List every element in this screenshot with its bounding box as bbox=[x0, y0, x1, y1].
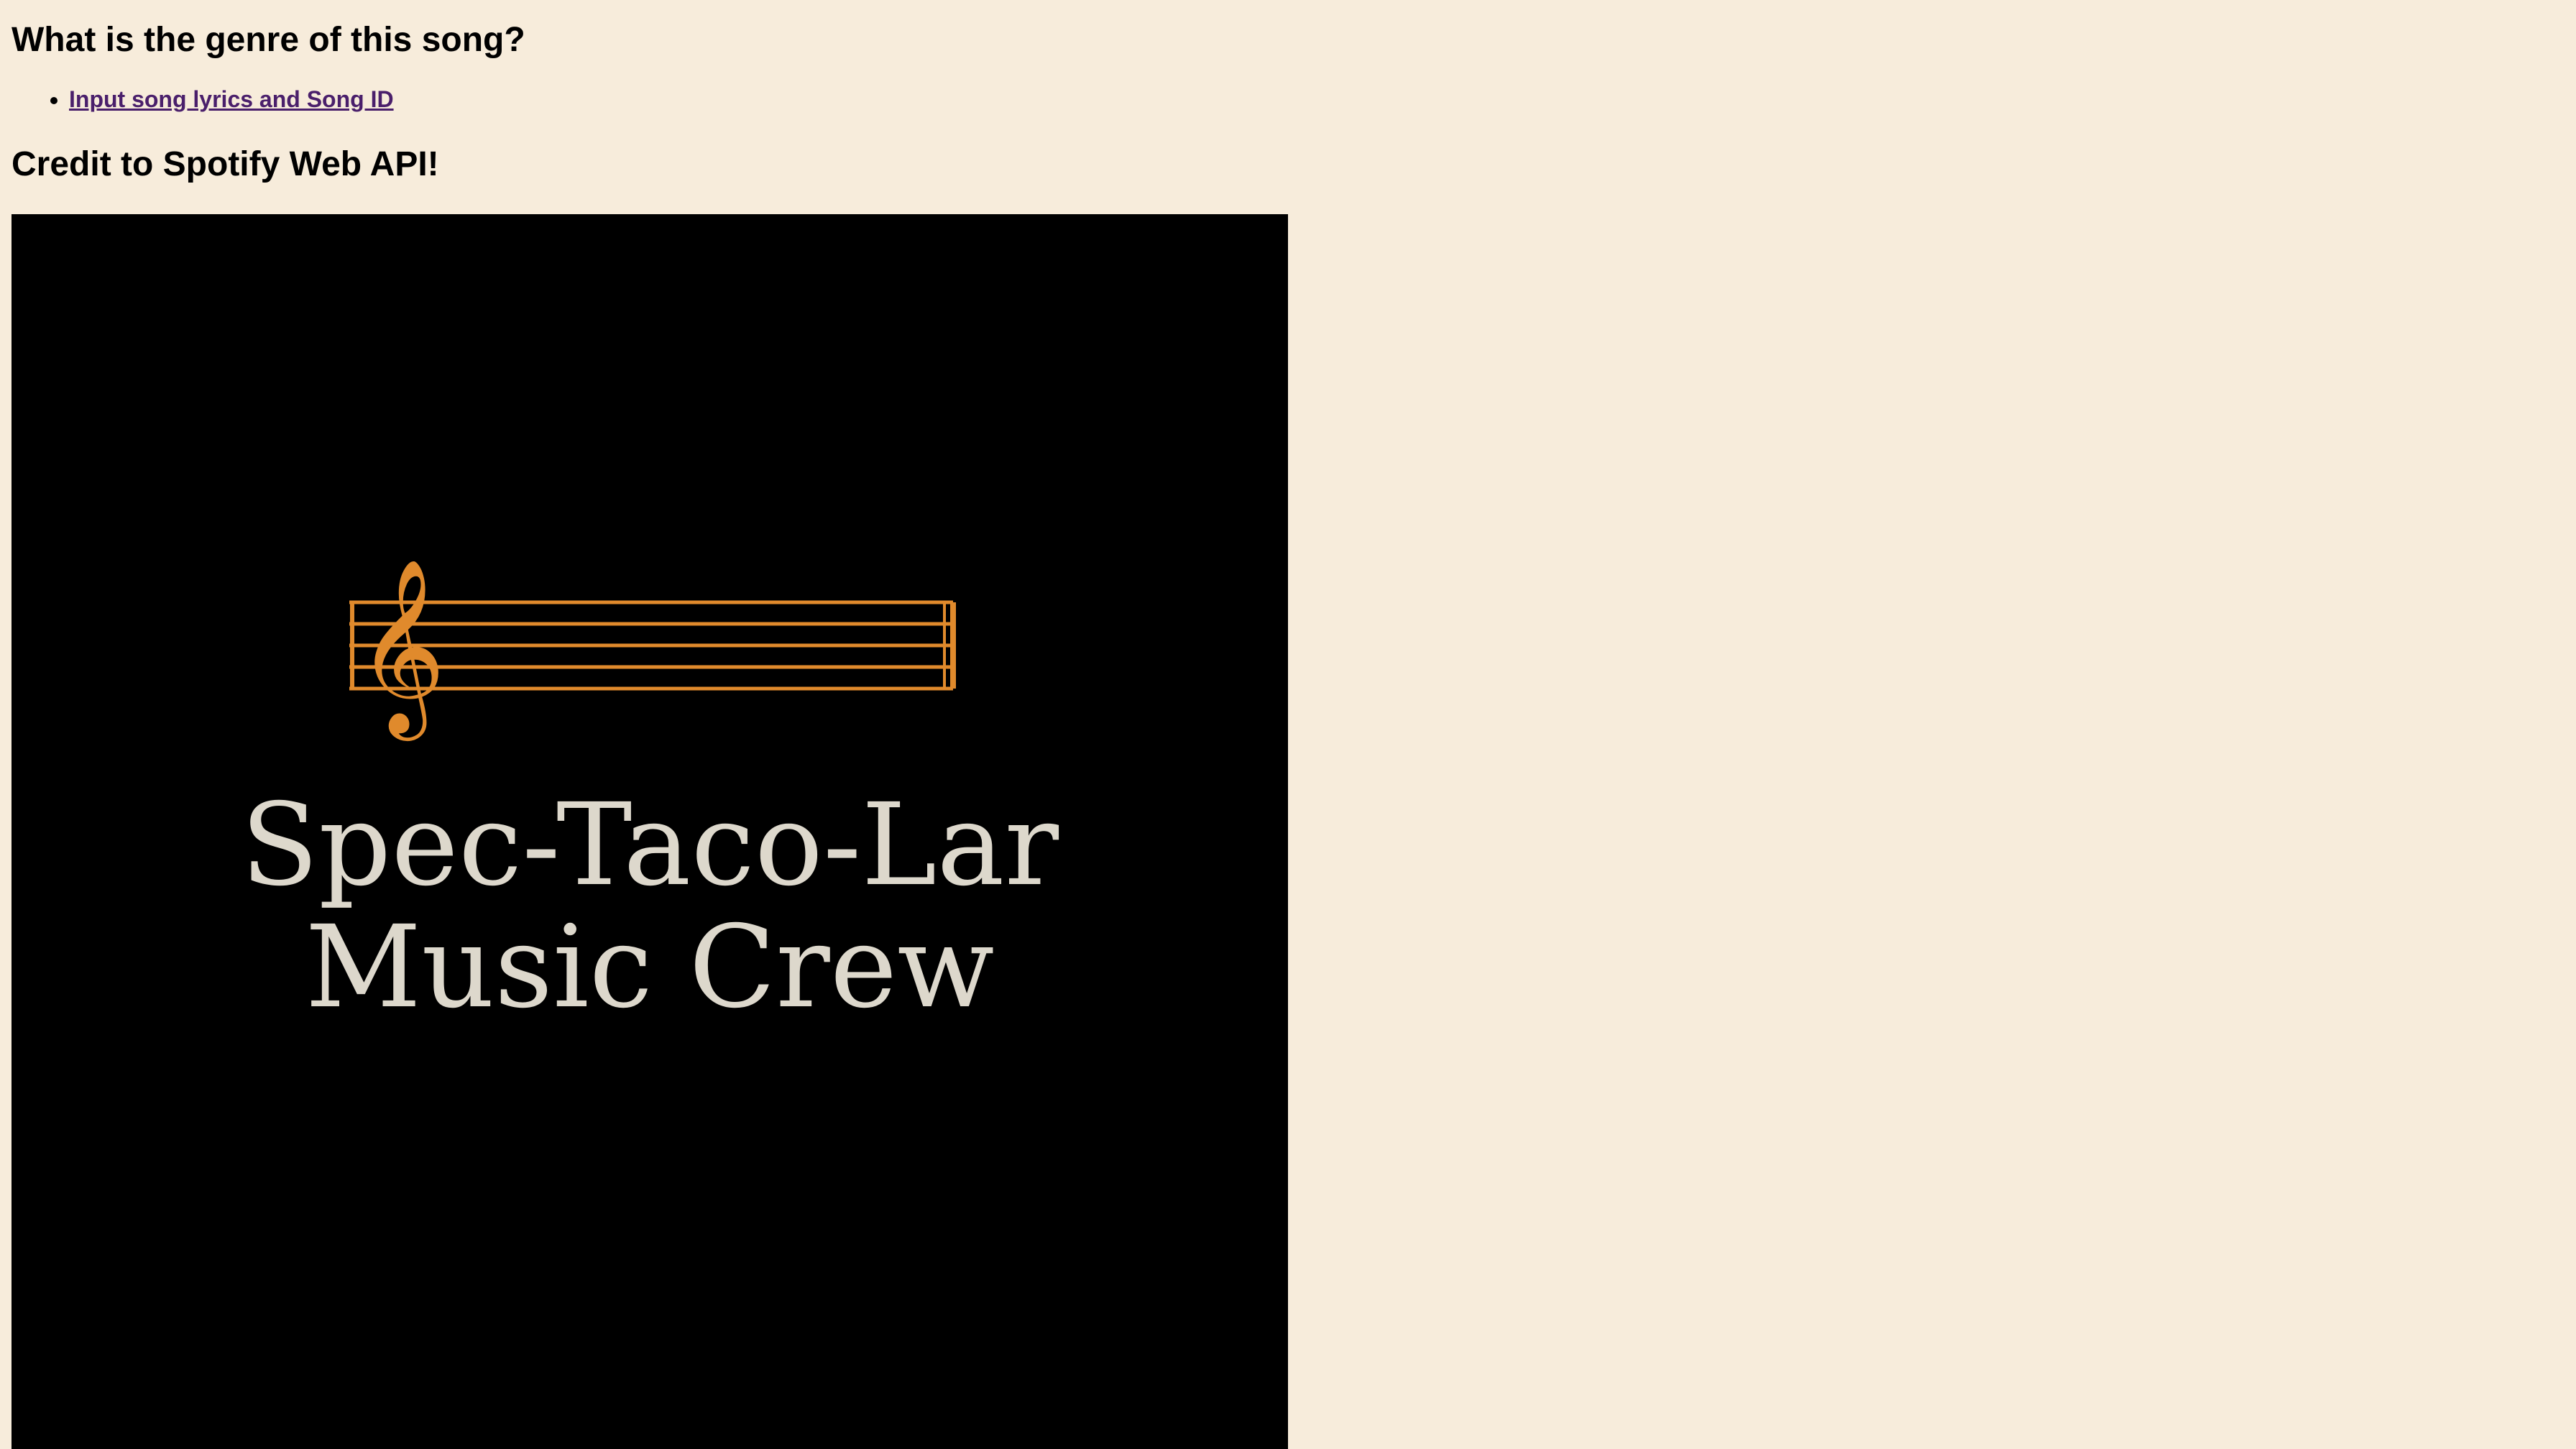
treble-clef-staff-icon: 𝄞 bbox=[349, 557, 956, 741]
credit-heading: Credit to Spotify Web API! bbox=[12, 145, 439, 183]
logo-graphic: 𝄞 Spec-Taco-Lar Music Crew bbox=[241, 557, 1059, 1034]
logo-line-1: Spec-Taco-Lar bbox=[241, 779, 1059, 911]
page-title: What is the genre of this song? bbox=[12, 21, 525, 59]
svg-text:𝄞: 𝄞 bbox=[356, 557, 446, 741]
link-list: Input song lyrics and Song ID bbox=[12, 85, 394, 115]
list-item: Input song lyrics and Song ID bbox=[69, 85, 394, 115]
logo-line-2: Music Crew bbox=[305, 901, 994, 1034]
logo-image: 𝄞 Spec-Taco-Lar Music Crew bbox=[12, 214, 1288, 1449]
input-lyrics-link[interactable]: Input song lyrics and Song ID bbox=[69, 86, 394, 112]
